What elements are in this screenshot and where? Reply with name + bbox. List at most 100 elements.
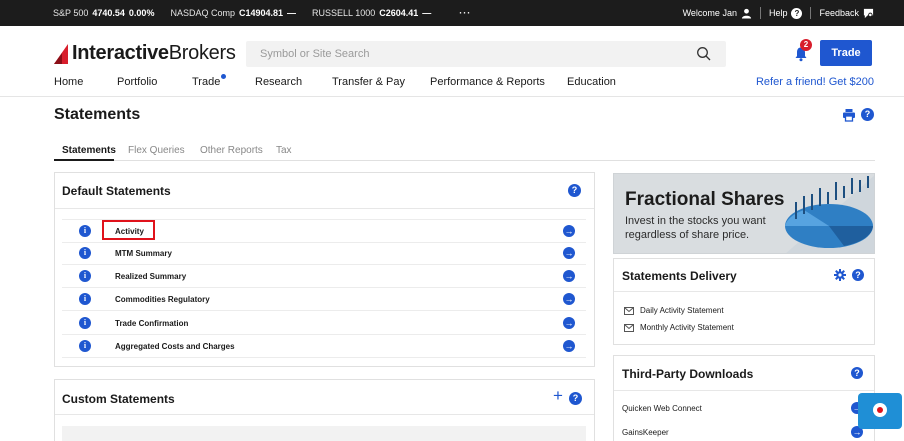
row-divider <box>62 264 586 265</box>
custom-statements-list <box>62 426 586 441</box>
help-label: Help <box>768 8 788 18</box>
page-title: Statements <box>54 106 141 123</box>
ticker-value: C14904.81 <box>238 8 284 18</box>
tabs-divider <box>54 160 875 161</box>
ticker-sp500[interactable]: S&P 500 4740.54 0.00% <box>53 8 154 18</box>
default-statements-panel <box>54 172 595 367</box>
notification-badge: 2 <box>800 39 812 51</box>
print-icon[interactable] <box>842 108 856 122</box>
help-icon: ? <box>791 7 803 19</box>
feedback-link[interactable]: Feedback <box>819 8 874 19</box>
fractional-shares-ad[interactable]: Fractional Shares Invest in the stocks y… <box>613 173 875 254</box>
statement-label[interactable]: MTM Summary <box>115 249 172 258</box>
statement-label[interactable]: Commodities Regulatory <box>115 295 210 304</box>
ib-logo[interactable]: Interactive Brokers <box>54 42 236 65</box>
info-icon[interactable]: i <box>79 270 91 282</box>
arrow-right-icon[interactable]: → <box>563 225 575 237</box>
ticker-value: C2604.41 <box>379 8 419 18</box>
statement-label[interactable]: Aggregated Costs and Charges <box>115 342 235 351</box>
nav-item-trade[interactable]: Trade <box>192 76 220 88</box>
ad-text: Invest in the stocks you want regardless… <box>625 215 766 241</box>
user-icon <box>741 8 752 19</box>
nav-item-performance[interactable]: Performance & Reports <box>430 76 545 88</box>
help-menu[interactable]: Help ? <box>768 7 803 19</box>
search-icon[interactable] <box>696 46 712 62</box>
nav-item-portfolio[interactable]: Portfolio <box>117 76 157 88</box>
search-input[interactable] <box>246 41 726 67</box>
statement-label[interactable]: Trade Confirmation <box>115 319 188 328</box>
logo-text-bold: Interactive <box>72 42 169 64</box>
delivery-help-icon[interactable]: ? <box>852 269 864 281</box>
logo-mark-icon <box>54 43 68 64</box>
row-divider <box>62 310 586 311</box>
ticker-more-button[interactable]: ··· <box>459 8 471 18</box>
nav-item-transfer[interactable]: Transfer & Pay <box>332 76 405 88</box>
nav-item-research[interactable]: Research <box>255 76 302 88</box>
info-icon[interactable]: i <box>79 247 91 259</box>
add-custom-statement-button[interactable]: + <box>553 386 563 406</box>
nav-divider <box>0 96 904 97</box>
download-item-quicken[interactable]: Quicken Web Connect <box>622 404 702 413</box>
info-icon[interactable]: i <box>79 317 91 329</box>
row-divider <box>62 287 586 288</box>
envelope-icon <box>624 307 634 315</box>
row-divider <box>62 357 586 358</box>
statements-delivery-title: Statements Delivery <box>622 269 737 283</box>
nav-item-home[interactable]: Home <box>54 76 83 88</box>
delivery-item-monthly[interactable]: Monthly Activity Statement <box>640 323 734 332</box>
default-statements-title: Default Statements <box>62 184 171 198</box>
delivery-item-daily[interactable]: Daily Activity Statement <box>640 306 724 315</box>
third-party-downloads-title: Third-Party Downloads <box>622 367 754 381</box>
info-icon[interactable]: i <box>79 293 91 305</box>
arrow-right-icon[interactable]: → <box>563 317 575 329</box>
trade-button[interactable]: Trade <box>820 40 872 66</box>
chat-icon-center <box>877 407 883 413</box>
custom-statements-help-icon[interactable]: ? <box>569 392 582 405</box>
refer-friend-link[interactable]: Refer a friend! Get $200 <box>756 76 874 88</box>
arrow-right-icon[interactable]: → <box>563 270 575 282</box>
tab-tax[interactable]: Tax <box>276 145 292 156</box>
arrow-right-icon[interactable]: → <box>563 247 575 259</box>
active-tab-underline <box>54 159 114 161</box>
panel-divider <box>55 414 594 415</box>
welcome-menu[interactable]: Welcome Jan <box>683 8 752 19</box>
nav-trade-indicator <box>221 74 226 79</box>
ticker-value: 4740.54 <box>92 8 125 18</box>
nav-item-education[interactable]: Education <box>567 76 616 88</box>
welcome-label: Welcome Jan <box>682 8 737 18</box>
page-help-icon[interactable]: ? <box>861 108 874 121</box>
default-statements-help-icon[interactable]: ? <box>568 184 581 197</box>
ticker-name: NASDAQ Comp <box>170 8 235 18</box>
ticker-nasdaq[interactable]: NASDAQ Comp C14904.81 — <box>170 8 296 18</box>
divider <box>810 7 812 19</box>
panel-divider <box>614 291 874 292</box>
activity-highlight-box <box>102 220 155 240</box>
download-item-gainskeeper[interactable]: GainsKeeper <box>622 428 669 437</box>
tab-statements[interactable]: Statements <box>62 145 116 156</box>
envelope-icon <box>624 324 634 332</box>
feedback-label: Feedback <box>819 8 859 18</box>
arrow-right-icon[interactable]: → <box>563 340 575 352</box>
arrow-right-icon[interactable]: → <box>563 293 575 305</box>
tab-other-reports[interactable]: Other Reports <box>200 145 263 156</box>
row-divider <box>62 334 586 335</box>
row-divider <box>62 242 586 243</box>
statement-label[interactable]: Realized Summary <box>115 272 186 281</box>
logo-text-light: Brokers <box>168 42 236 64</box>
ticker-change: 0.00% <box>128 8 155 18</box>
tab-flex-queries[interactable]: Flex Queries <box>128 145 185 156</box>
feedback-icon <box>863 8 874 18</box>
ticker-russell[interactable]: RUSSELL 1000 C2604.41 — <box>312 8 431 18</box>
custom-statements-title: Custom Statements <box>62 392 175 406</box>
info-icon[interactable]: i <box>79 225 91 237</box>
panel-divider <box>55 208 594 209</box>
divider <box>759 7 761 19</box>
ad-title: Fractional Shares <box>625 189 785 210</box>
info-icon[interactable]: i <box>79 340 91 352</box>
ticker-change: — <box>422 8 432 18</box>
site-search <box>246 41 726 67</box>
gear-icon[interactable] <box>834 269 846 281</box>
downloads-help-icon[interactable]: ? <box>851 367 863 379</box>
ticker-change: — <box>287 8 297 18</box>
panel-divider <box>614 390 874 391</box>
